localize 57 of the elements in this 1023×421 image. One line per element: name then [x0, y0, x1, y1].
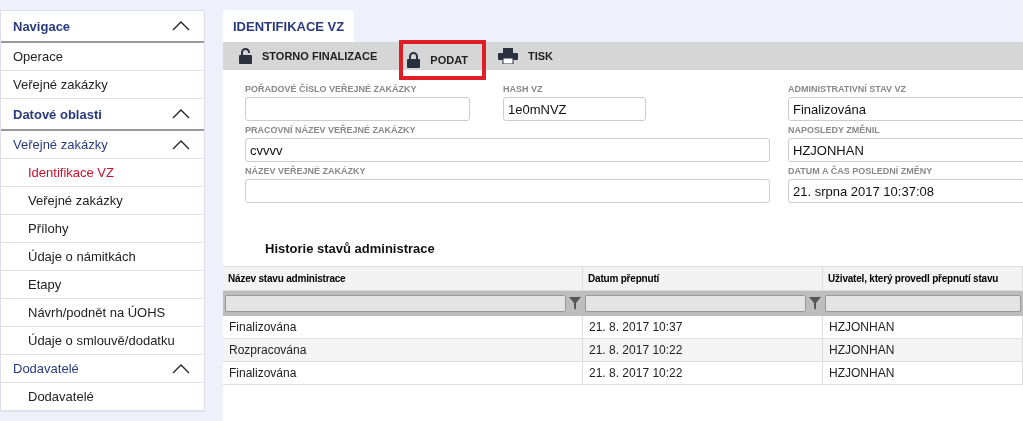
table-cell: 21. 8. 2017 10:22 [583, 339, 823, 362]
input-field[interactable]: Finalizována [788, 97, 1023, 121]
sidebar-item[interactable]: Údaje o smlouvě/dodatku [1, 327, 204, 355]
column-header[interactable]: Datum přepnutí [583, 266, 823, 291]
sidebar-item[interactable]: Veřejné zakázky [1, 187, 204, 215]
table-cell: Finalizována [223, 316, 583, 339]
sidebar-item[interactable]: Přílohy [1, 215, 204, 243]
field-label: ADMINISTRATIVNÍ STAV VZ [788, 84, 907, 95]
table-cell: HZJONHAN [823, 362, 1023, 385]
toolbar-button[interactable]: TISK [490, 42, 572, 70]
lock-icon [407, 52, 421, 68]
toolbar-button[interactable]: STORNO FINALIZACE [231, 42, 396, 70]
printer-icon [498, 48, 518, 64]
chevron-up-icon[interactable] [172, 139, 190, 150]
table-cell: Rozpracována [223, 339, 583, 362]
field-label: NAPOSLEDY ZMĚNIL [788, 125, 881, 136]
sidebar-group-header[interactable]: Veřejné zakázky [1, 131, 204, 159]
input-field[interactable]: 21. srpna 2017 10:37:08 [788, 179, 1023, 203]
sidebar-item[interactable]: Návrh/podnět na ÚOHS [1, 299, 204, 327]
input-field[interactable] [245, 179, 770, 203]
chevron-up-icon[interactable] [172, 363, 190, 374]
input-field[interactable]: HZJONHAN [788, 138, 1023, 162]
sidebar-group-header[interactable]: Dodavatelé [1, 355, 204, 383]
filter-icon[interactable] [809, 297, 821, 310]
chevron-up-icon[interactable] [172, 109, 190, 119]
sidebar-section-header[interactable]: Datové oblasti [1, 99, 204, 131]
field-label: PRACOVNÍ NÁZEV VEŘEJNÉ ZAKÁZKY [245, 125, 417, 136]
toolbar-button[interactable]: PODAT [399, 40, 486, 80]
sidebar-item[interactable]: Údaje o námitkách [1, 243, 204, 271]
section-title: Historie stavů administrace [265, 241, 436, 256]
input-field[interactable] [245, 97, 470, 121]
sidebar-item[interactable]: Identifikace VZ [1, 159, 204, 187]
table-cell: 21. 8. 2017 10:37 [583, 316, 823, 339]
input-field[interactable]: 1e0mNVZ [503, 97, 646, 121]
sidebar-item[interactable]: Operace [1, 43, 204, 71]
filter-icon[interactable] [569, 297, 581, 310]
filter-field[interactable] [583, 291, 823, 316]
filter-field[interactable] [823, 291, 1023, 316]
column-header[interactable]: Název stavu administrace [223, 266, 583, 291]
sidebar-item[interactable]: Etapy [1, 271, 204, 299]
field-label: HASH VZ [503, 84, 544, 95]
field-label: POŘADOVÉ ČÍSLO VEŘEJNÉ ZAKÁZKY [245, 84, 418, 95]
field-label: DATUM A ČAS POSLEDNÍ ZMĚNY [788, 166, 934, 177]
table-cell: Finalizována [223, 362, 583, 385]
tab[interactable]: IDENTIFIKACE VZ [223, 10, 355, 42]
table-cell: HZJONHAN [823, 316, 1023, 339]
sidebar-item[interactable]: Dodavatelé [1, 383, 204, 411]
filter-field[interactable] [223, 291, 583, 316]
input-field[interactable]: cvvvv [245, 138, 770, 162]
unlocked-lock-icon [239, 48, 252, 64]
table-cell: HZJONHAN [823, 339, 1023, 362]
sidebar-section-header[interactable]: Navigace [1, 11, 204, 43]
sidebar-item[interactable]: Veřejné zakázky [1, 71, 204, 99]
table-cell: 21. 8. 2017 10:22 [583, 362, 823, 385]
field-label: NÁZEV VEŘEJNÉ ZAKÁZKY [245, 166, 367, 177]
chevron-up-icon[interactable] [172, 21, 190, 31]
column-header[interactable]: Uživatel, který provedl přepnutí stavu [823, 266, 1023, 291]
